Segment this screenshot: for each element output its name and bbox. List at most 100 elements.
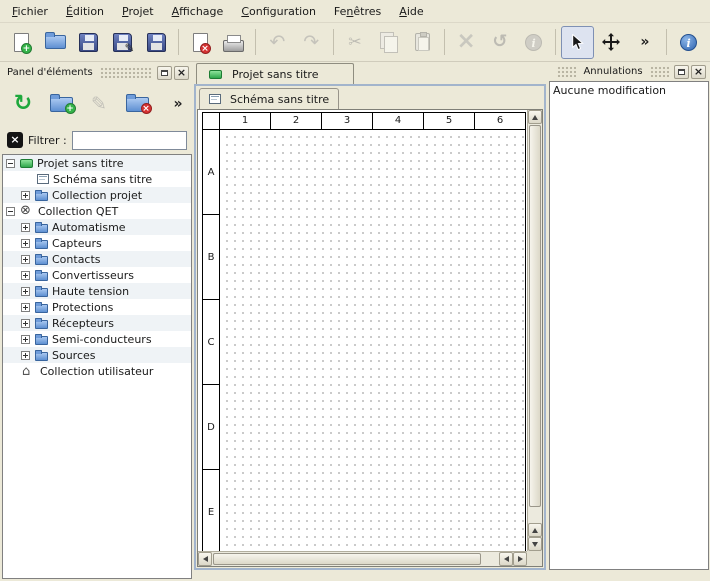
menu-fenetres[interactable]: Fenêtres <box>325 2 390 21</box>
scroll-left-button-right[interactable] <box>499 552 513 566</box>
expand-icon[interactable] <box>21 223 30 232</box>
tree-item-label: Collection projet <box>52 189 142 202</box>
arrow-up-icon <box>532 115 538 120</box>
menu-aide[interactable]: Aide <box>390 2 432 21</box>
arrow-left-icon <box>504 556 509 562</box>
clear-filter-button[interactable] <box>7 132 23 148</box>
menu-fichier[interactable]: Fichier <box>3 2 57 21</box>
schema-icon <box>209 94 221 104</box>
tree-item-semi-conducteurs[interactable]: Semi-conducteurs <box>3 331 191 347</box>
expand-icon[interactable] <box>21 255 30 264</box>
toolbar-overflow-button[interactable] <box>628 26 661 59</box>
cut-button[interactable] <box>339 26 372 59</box>
save-button[interactable] <box>72 26 105 59</box>
open-project-button[interactable] <box>39 26 72 59</box>
tree-item-collection-qet[interactable]: Collection QET <box>3 203 191 219</box>
tab-schema-sans-titre[interactable]: Schéma sans titre <box>199 88 339 109</box>
tab-projet-sans-titre[interactable]: Projet sans titre <box>196 63 354 84</box>
copy-button[interactable] <box>372 26 405 59</box>
tree-item-automatisme[interactable]: Automatisme <box>3 219 191 235</box>
delete-selection-button[interactable] <box>450 26 483 59</box>
print-button[interactable] <box>217 26 250 59</box>
vertical-scroll-thumb[interactable] <box>529 125 541 507</box>
undo-panel-title: Annulations <box>581 66 644 77</box>
selection-info-button[interactable]: i <box>517 26 550 59</box>
horizontal-scrollbar[interactable] <box>198 551 527 566</box>
tree-item-capteurs[interactable]: Capteurs <box>3 235 191 251</box>
page-close-icon <box>193 33 208 52</box>
elements-panel-close-button[interactable] <box>174 66 189 80</box>
tree-item-sources[interactable]: Sources <box>3 347 191 363</box>
filter-input[interactable] <box>72 131 187 150</box>
folder-icon <box>35 224 48 233</box>
scroll-down-button[interactable] <box>528 537 542 551</box>
about-qet-button[interactable]: i <box>672 26 705 59</box>
expand-icon[interactable] <box>21 239 30 248</box>
redo-button[interactable] <box>295 26 328 59</box>
qet-icon <box>20 204 34 218</box>
elements-panel-float-button[interactable] <box>157 66 172 80</box>
menu-affichage[interactable]: Affichage <box>163 2 233 21</box>
tree-item-protections[interactable]: Protections <box>3 299 191 315</box>
delete-element-button[interactable] <box>120 87 154 121</box>
menu-edition[interactable]: Édition <box>57 2 113 21</box>
dock-grip[interactable] <box>650 66 669 77</box>
undo-panel-float-button[interactable] <box>674 65 689 79</box>
tree-item-label: Collection QET <box>38 205 118 218</box>
expand-icon[interactable] <box>21 191 30 200</box>
diagram-canvas[interactable] <box>220 130 525 559</box>
menu-configuration[interactable]: Configuration <box>232 2 325 21</box>
scroll-up-button-bottom[interactable] <box>528 523 542 537</box>
selection-mode-button[interactable] <box>561 26 594 59</box>
paste-button[interactable] <box>406 26 439 59</box>
tree-item-collection-projet[interactable]: Collection projet <box>3 187 191 203</box>
save-all-button[interactable] <box>140 26 173 59</box>
dock-grip[interactable] <box>557 66 576 77</box>
redo-icon <box>303 33 319 52</box>
tree-item-recepteurs[interactable]: Récepteurs <box>3 315 191 331</box>
undo-panel-close-button[interactable] <box>691 65 706 79</box>
element-tree: Projet sans titre Schéma sans titre Collec… <box>2 154 192 579</box>
scroll-right-button[interactable] <box>513 552 527 566</box>
new-element-button[interactable] <box>44 87 78 121</box>
panel-overflow-button[interactable] <box>168 93 188 115</box>
workspace: Panel d'éléments Filtrer : Projet sans t… <box>0 62 710 581</box>
row-header: E <box>203 470 220 555</box>
dock-grip[interactable] <box>100 67 152 78</box>
expand-icon[interactable] <box>21 319 30 328</box>
pan-mode-button[interactable] <box>595 26 628 59</box>
save-as-button[interactable] <box>106 26 139 59</box>
tree-item-convertisseurs[interactable]: Convertisseurs <box>3 267 191 283</box>
tree-item-projet-sans-titre[interactable]: Projet sans titre <box>3 155 191 171</box>
expand-icon[interactable] <box>21 335 30 344</box>
close-project-button[interactable] <box>184 26 217 59</box>
cursor-icon <box>569 34 586 51</box>
rotate-selection-button[interactable] <box>484 26 517 59</box>
expand-icon[interactable] <box>21 351 30 360</box>
edit-element-button[interactable] <box>82 87 116 121</box>
expand-icon[interactable] <box>21 303 30 312</box>
tree-item-label: Schéma sans titre <box>53 173 152 186</box>
schema-tabbar: Schéma sans titre <box>196 86 544 109</box>
expand-icon[interactable] <box>21 287 30 296</box>
mdi-subwindow: Schéma sans titre 123456 ABCDE <box>194 84 546 570</box>
collapse-icon[interactable] <box>6 207 15 216</box>
tree-item-schema-sans-titre[interactable]: Schéma sans titre <box>3 171 191 187</box>
tree-item-haute-tension[interactable]: Haute tension <box>3 283 191 299</box>
arrow-right-icon <box>518 556 523 562</box>
expand-icon[interactable] <box>21 271 30 280</box>
tree-item-contacts[interactable]: Contacts <box>3 251 191 267</box>
collapse-icon[interactable] <box>6 159 15 168</box>
vertical-scrollbar[interactable] <box>527 110 542 551</box>
scroll-up-button[interactable] <box>528 110 542 124</box>
reload-icon <box>14 93 32 115</box>
undo-button[interactable] <box>261 26 294 59</box>
toolbar-separator <box>333 29 334 55</box>
horizontal-scroll-thumb[interactable] <box>213 553 481 565</box>
reload-collections-button[interactable] <box>6 87 40 121</box>
new-project-button[interactable] <box>5 26 38 59</box>
menu-projet[interactable]: Projet <box>113 2 163 21</box>
scroll-left-button[interactable] <box>198 552 212 566</box>
tree-item-collection-utilisateur[interactable]: Collection utilisateur <box>3 363 191 379</box>
paste-icon <box>415 33 430 51</box>
